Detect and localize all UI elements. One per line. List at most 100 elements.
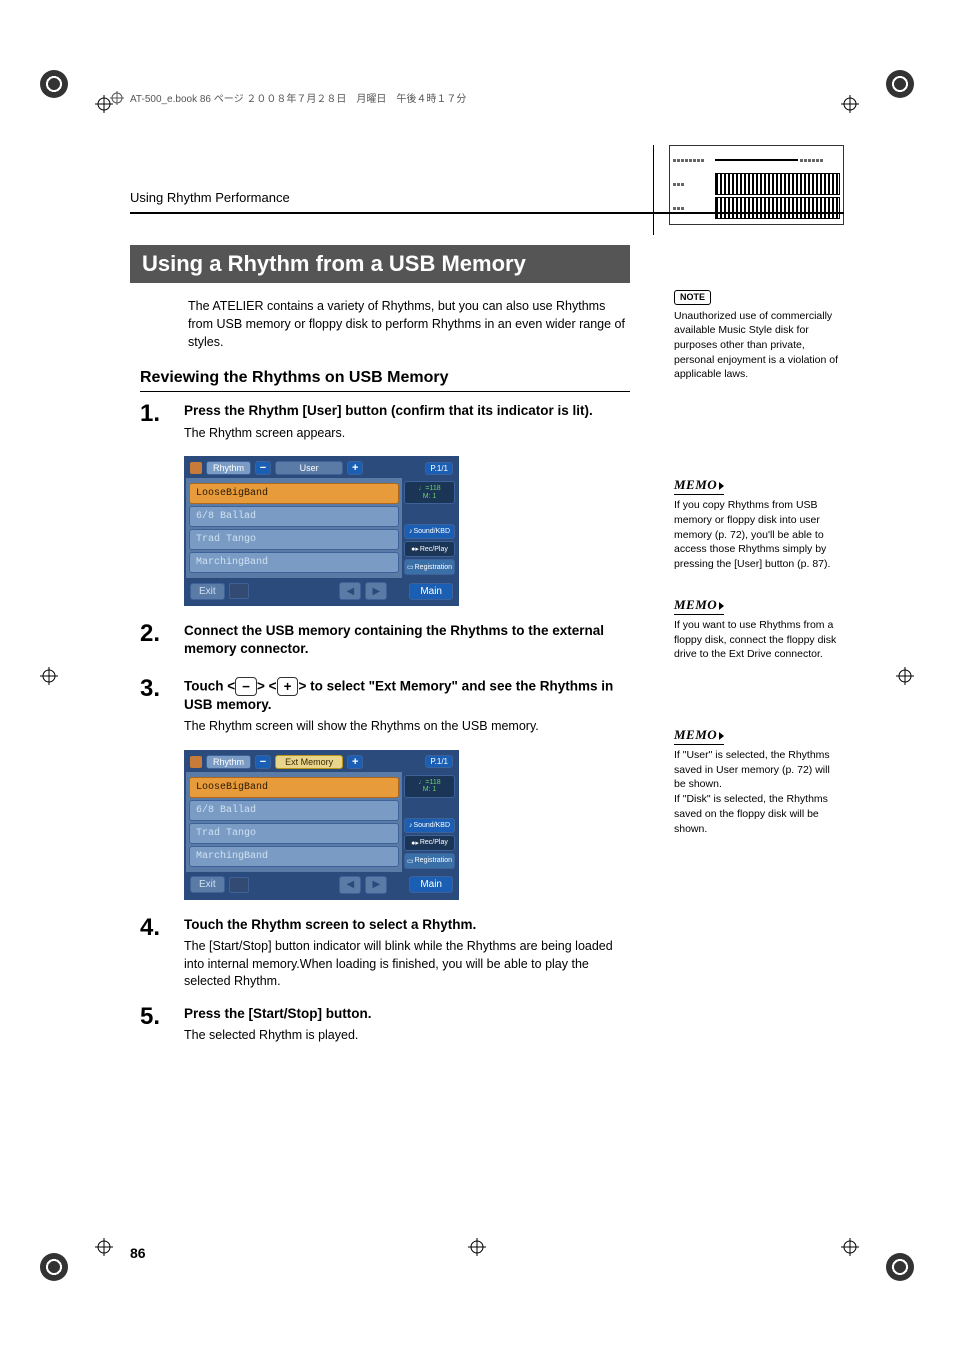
memo-text: If you want to use Rhythms from a floppy… xyxy=(674,618,844,662)
sound-kbd-button[interactable]: ♪Sound/KBD xyxy=(404,524,455,539)
registration-mark-icon xyxy=(40,667,58,685)
memo-label: MEMO xyxy=(674,726,724,745)
main-button[interactable]: Main xyxy=(409,583,453,600)
rec-play-button[interactable]: ●▸Rec/Play xyxy=(404,541,455,557)
note-label: NOTE xyxy=(674,290,711,305)
minus-button[interactable]: − xyxy=(255,461,271,475)
rec-play-button[interactable]: ●▸Rec/Play xyxy=(404,835,455,851)
tempo-display: ♩=118 M: 1 xyxy=(404,481,455,504)
note-block: NOTE Unauthorized use of commercially av… xyxy=(674,290,844,382)
exit-button[interactable]: Exit xyxy=(190,583,225,600)
memo-block: MEMO If you want to use Rhythms from a f… xyxy=(674,596,844,662)
list-item[interactable]: 6/8 Ballad xyxy=(189,800,399,821)
header-rule xyxy=(130,212,844,214)
print-header: AT-500_e.book 86 ページ ２００８年７月２８日 月曜日 午後４時… xyxy=(110,90,844,105)
measure-value: M: 1 xyxy=(407,786,452,794)
step-2: 2. Connect the USB memory containing the… xyxy=(140,622,630,662)
crop-mark-icon xyxy=(886,1253,914,1281)
screen-title: Rhythm xyxy=(206,461,251,475)
crop-mark-icon xyxy=(886,70,914,98)
plus-key: + xyxy=(277,677,299,697)
step-description: The Rhythm screen appears. xyxy=(184,425,630,443)
rhythm-screen-ext-memory: Rhythm − Ext Memory + P.1/1 LooseBigBand… xyxy=(184,750,459,900)
list-item[interactable]: Trad Tango xyxy=(189,823,399,844)
step-number: 3. xyxy=(140,677,184,736)
tempo-display: ♩=118 M: 1 xyxy=(404,775,455,798)
list-item[interactable]: LooseBigBand xyxy=(189,483,399,504)
step-instruction: Touch <−> <+> to select "Ext Memory" and… xyxy=(184,677,630,715)
tempo-value: ♩=118 xyxy=(407,485,452,493)
page-title: Using a Rhythm from a USB Memory xyxy=(130,245,630,283)
memo-label: MEMO xyxy=(674,476,724,495)
minus-key: − xyxy=(235,677,257,697)
rhythm-list: LooseBigBand 6/8 Ballad Trad Tango March… xyxy=(186,772,402,872)
main-button[interactable]: Main xyxy=(409,876,453,893)
step-5: 5. Press the [Start/Stop] button. The se… xyxy=(140,1005,630,1045)
page-indicator: P.1/1 xyxy=(425,755,453,768)
step-1: 1. Press the Rhythm [User] button (confi… xyxy=(140,402,630,442)
page-number: 86 xyxy=(130,1245,146,1261)
rec-icon: ●▸ xyxy=(411,839,419,847)
step-number: 2. xyxy=(140,622,184,662)
step-instruction: Connect the USB memory containing the Rh… xyxy=(184,622,630,658)
registration-mark-icon xyxy=(110,91,124,105)
plus-button[interactable]: + xyxy=(347,755,363,769)
prev-arrow-button[interactable]: ◀ xyxy=(339,582,361,600)
registration-button[interactable]: ▭Registration xyxy=(404,853,455,869)
memo-block: MEMO If you copy Rhythms from USB memory… xyxy=(674,476,844,572)
memo-text: If you copy Rhythms from USB memory or f… xyxy=(674,498,844,571)
rhythm-screen-user: Rhythm − User + P.1/1 LooseBigBand 6/8 B… xyxy=(184,456,459,606)
exit-button[interactable]: Exit xyxy=(190,876,225,893)
folder-icon xyxy=(190,462,202,474)
note-text: Unauthorized use of commercially availab… xyxy=(674,309,844,382)
intro-text: The ATELIER contains a variety of Rhythm… xyxy=(188,297,630,351)
registration-icon: ▭ xyxy=(407,857,414,865)
step-3: 3. Touch <−> <+> to select "Ext Memory" … xyxy=(140,677,630,736)
step-description: The [Start/Stop] button indicator will b… xyxy=(184,938,630,991)
list-item[interactable]: MarchingBand xyxy=(189,552,399,573)
note-icon: ♪ xyxy=(409,528,413,535)
registration-button[interactable]: ▭Registration xyxy=(404,559,455,575)
step-4: 4. Touch the Rhythm screen to select a R… xyxy=(140,916,630,991)
rhythm-list: LooseBigBand 6/8 Ballad Trad Tango March… xyxy=(186,478,402,578)
list-item[interactable]: MarchingBand xyxy=(189,846,399,867)
registration-mark-icon xyxy=(896,667,914,685)
step-description: The selected Rhythm is played. xyxy=(184,1027,630,1045)
folder-icon xyxy=(190,756,202,768)
utility-button[interactable] xyxy=(229,583,249,599)
tempo-value: ♩=118 xyxy=(407,779,452,787)
next-arrow-button[interactable]: ▶ xyxy=(365,582,387,600)
list-item[interactable]: Trad Tango xyxy=(189,529,399,550)
note-icon: ♪ xyxy=(409,822,413,829)
chapter-heading: Using Rhythm Performance xyxy=(130,190,290,205)
memo-block: MEMO If "User" is selected, the Rhythms … xyxy=(674,726,844,836)
minus-button[interactable]: − xyxy=(255,755,271,769)
step-description: The Rhythm screen will show the Rhythms … xyxy=(184,718,630,736)
step-number: 5. xyxy=(140,1005,184,1045)
measure-value: M: 1 xyxy=(407,493,452,501)
memo-label: MEMO xyxy=(674,596,724,615)
list-item[interactable]: LooseBigBand xyxy=(189,777,399,798)
list-item[interactable]: 6/8 Ballad xyxy=(189,506,399,527)
page-indicator: P.1/1 xyxy=(425,462,453,475)
step-instruction: Touch the Rhythm screen to select a Rhyt… xyxy=(184,916,630,934)
file-info-text: AT-500_e.book 86 ページ ２００８年７月２８日 月曜日 午後４時… xyxy=(130,90,466,105)
rec-icon: ●▸ xyxy=(411,545,419,553)
tab-label[interactable]: Ext Memory xyxy=(275,755,343,769)
step-number: 4. xyxy=(140,916,184,991)
step-number: 1. xyxy=(140,402,184,442)
prev-arrow-button[interactable]: ◀ xyxy=(339,876,361,894)
screen-title: Rhythm xyxy=(206,755,251,769)
crop-mark-icon xyxy=(40,70,68,98)
registration-icon: ▭ xyxy=(407,563,414,571)
next-arrow-button[interactable]: ▶ xyxy=(365,876,387,894)
utility-button[interactable] xyxy=(229,877,249,893)
divider xyxy=(653,145,654,235)
step-instruction: Press the [Start/Stop] button. xyxy=(184,1005,630,1023)
memo-text: If "User" is selected, the Rhythms saved… xyxy=(674,748,844,836)
crop-mark-icon xyxy=(40,1253,68,1281)
plus-button[interactable]: + xyxy=(347,461,363,475)
tab-label[interactable]: User xyxy=(275,461,343,475)
subheading: Reviewing the Rhythms on USB Memory xyxy=(140,369,630,392)
sound-kbd-button[interactable]: ♪Sound/KBD xyxy=(404,818,455,833)
